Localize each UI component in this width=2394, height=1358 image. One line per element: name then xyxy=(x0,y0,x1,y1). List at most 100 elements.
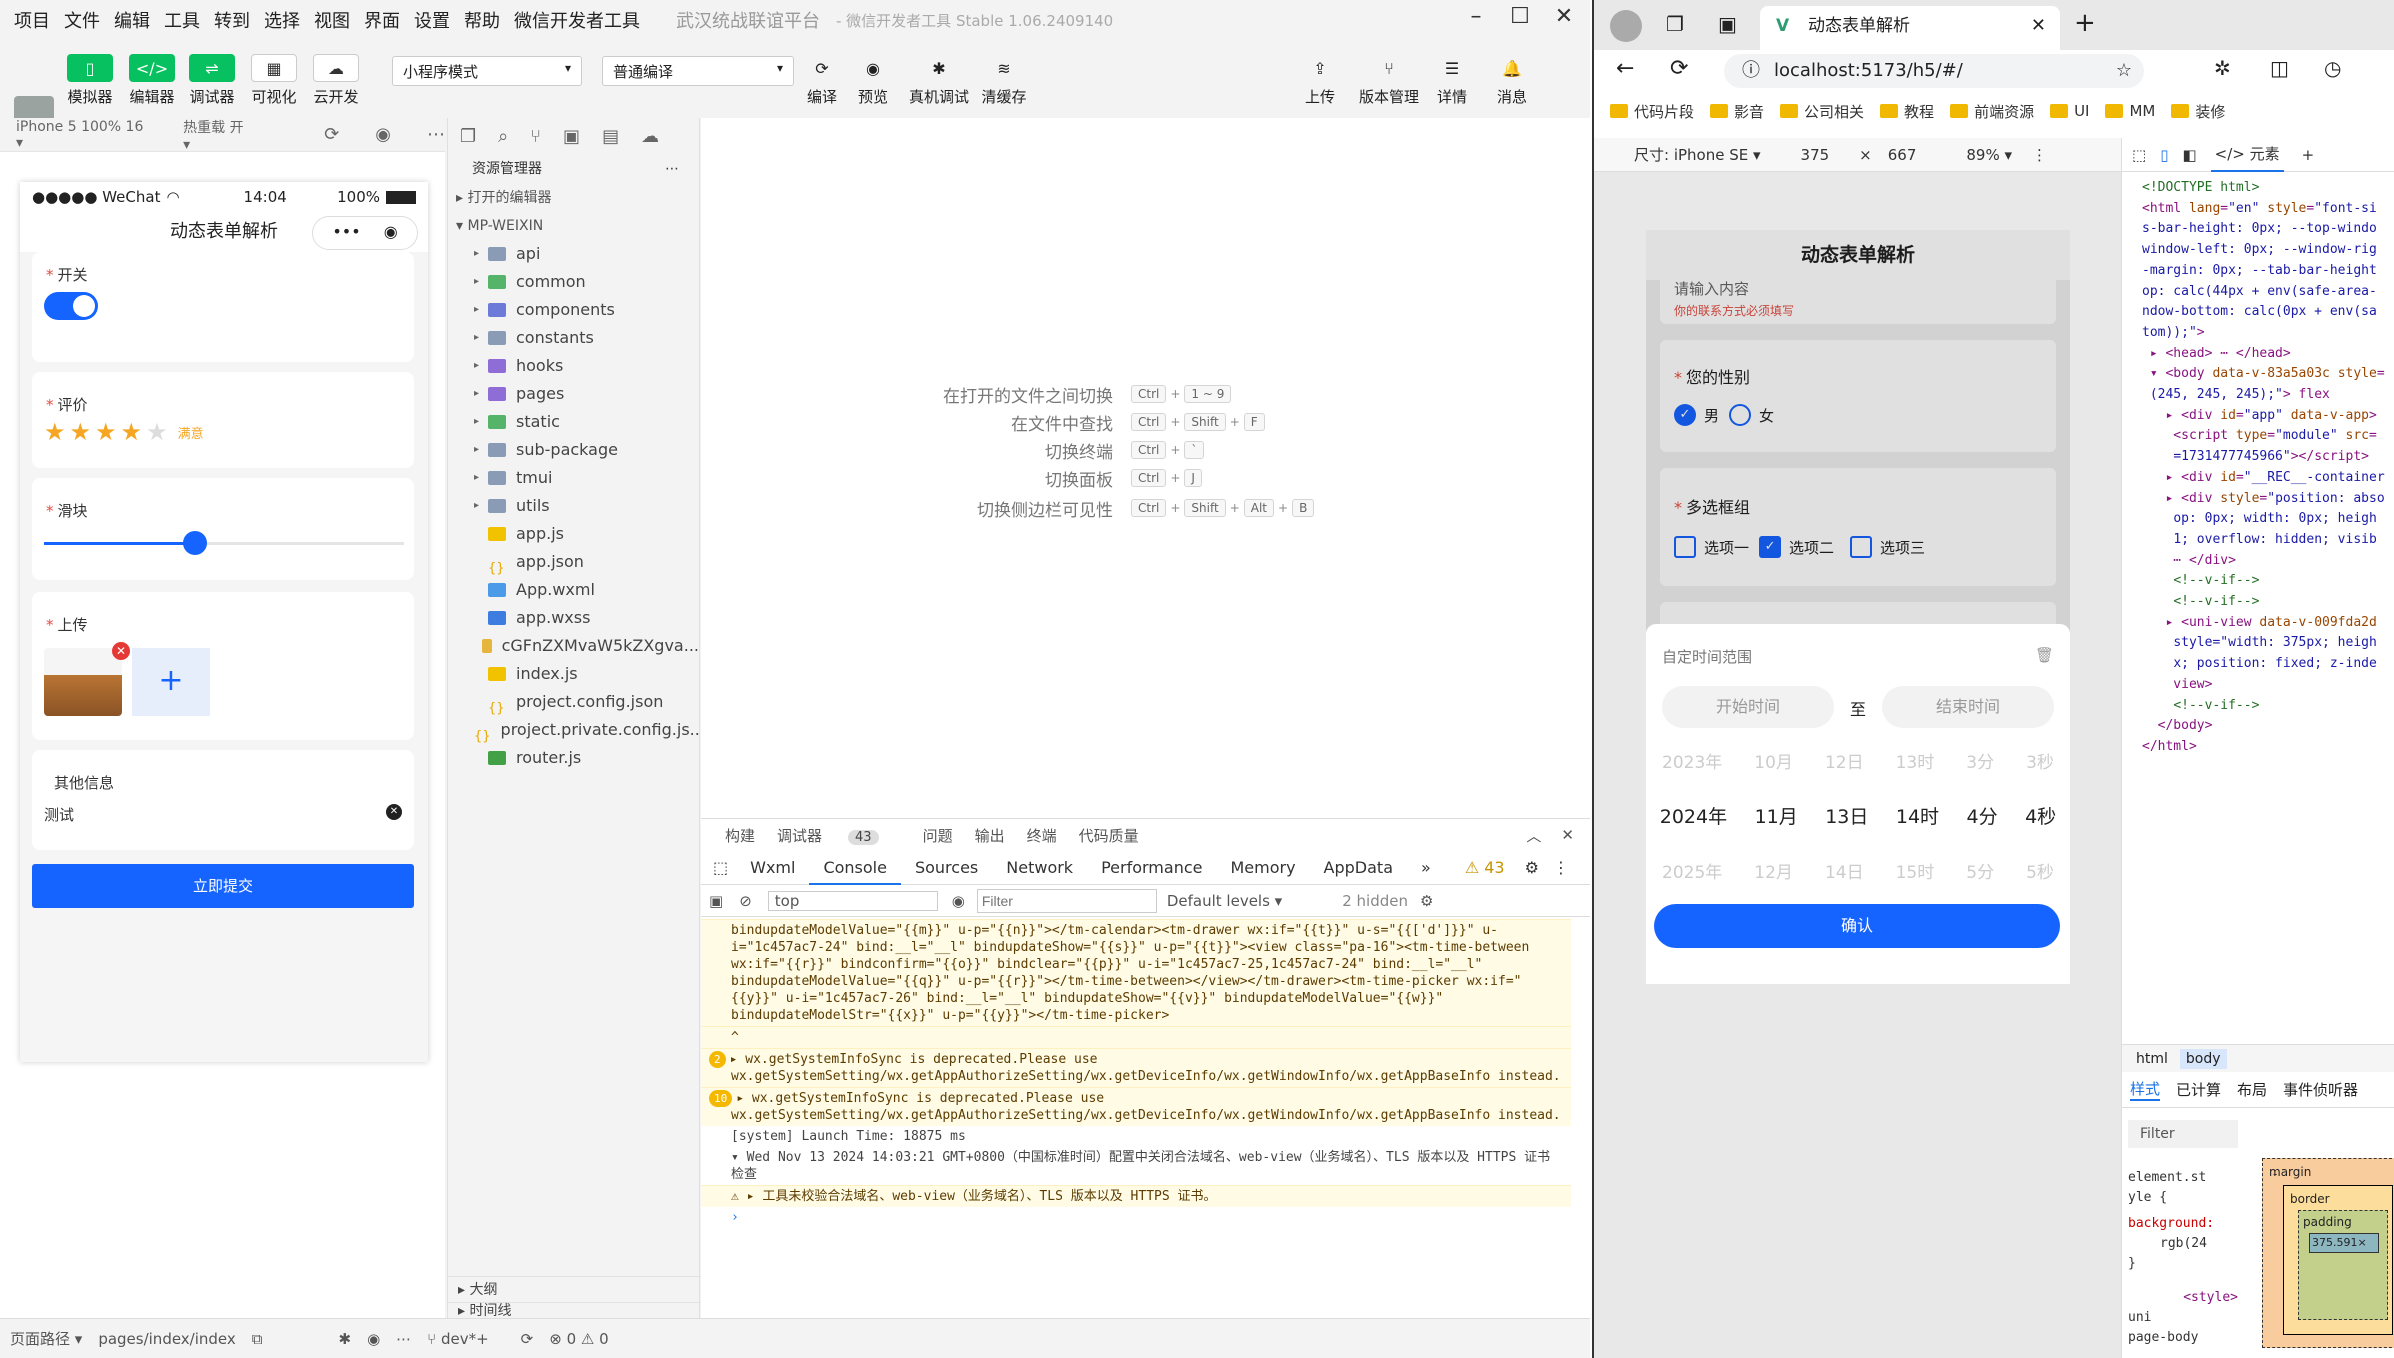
eye-icon[interactable]: ◉ xyxy=(367,1330,380,1348)
wheel-cell[interactable]: 11月 xyxy=(1755,802,1798,829)
git-branch[interactable]: ⑂ dev*+ xyxy=(427,1330,504,1348)
eye-icon[interactable]: ◉ xyxy=(952,892,965,910)
visual-button[interactable]: ▦ 可视化 xyxy=(246,54,302,107)
real-debug-button[interactable]: ✱ 真机调试 xyxy=(904,54,974,107)
wheel-cell[interactable]: 10月 xyxy=(1754,748,1793,773)
address-bar[interactable]: ⓘ localhost:5173/h5/#/ ☆ xyxy=(1724,54,2144,88)
console-line[interactable]: 2 ▸ wx.getSystemInfoSync is deprecated.Pl… xyxy=(701,1048,1571,1087)
console-filter-input[interactable] xyxy=(976,888,1157,913)
wheel-cell[interactable]: 14时 xyxy=(1896,802,1939,829)
tree-item-json[interactable]: {} project.config.json xyxy=(448,688,699,716)
tab-network[interactable]: Network xyxy=(992,851,1087,885)
star-icon[interactable]: ★ xyxy=(70,418,92,446)
close-tab-icon[interactable]: ✕ xyxy=(2031,6,2046,46)
minimize-icon[interactable]: – xyxy=(1456,4,1496,29)
tree-item-js[interactable]: app.js xyxy=(448,520,699,548)
tree-item-folder[interactable]: ▸ tmui xyxy=(448,464,699,492)
clear-cache-button[interactable]: ≋ 清缓存 xyxy=(976,54,1032,107)
wheel-cell[interactable]: 13日 xyxy=(1825,802,1868,829)
star-icon[interactable]: ★ xyxy=(44,418,66,446)
source-control-icon[interactable]: ⑂ xyxy=(530,126,541,147)
wheel-cell[interactable]: 2025年 xyxy=(1662,858,1722,883)
bookmark-folder[interactable]: 公司相关 xyxy=(1780,101,1864,122)
bookmark-folder[interactable]: UI xyxy=(2050,102,2089,120)
wheel-cell[interactable]: 3分 xyxy=(1966,748,1994,773)
more-icon[interactable]: ⋯ xyxy=(396,1330,411,1348)
end-time-button[interactable]: 结束时间 xyxy=(1882,686,2054,728)
star-icon[interactable]: ★ xyxy=(95,418,117,446)
menu-tools[interactable]: 工具 xyxy=(164,7,200,33)
tree-item-folder[interactable]: ▸ api xyxy=(448,240,699,268)
detail-button[interactable]: ☰ 详情 xyxy=(1424,54,1480,107)
wheel-cell[interactable]: 5分 xyxy=(1966,858,1994,883)
viewport-height[interactable]: 667 xyxy=(1888,146,1917,164)
tab-terminal[interactable]: 终端 xyxy=(1027,825,1057,846)
levels-select[interactable]: Default levels ▾ xyxy=(1167,892,1282,910)
wheel-cell[interactable]: 3秒 xyxy=(2026,748,2054,773)
styles-filter-input[interactable]: Filter xyxy=(2128,1120,2238,1148)
tree-item-js[interactable]: index.js xyxy=(448,660,699,688)
wheel-cell[interactable]: 2024年 xyxy=(1660,802,1727,829)
menu-file[interactable]: 文件 xyxy=(64,7,100,33)
menu-select[interactable]: 选择 xyxy=(264,7,300,33)
viewport-width[interactable]: 375 xyxy=(1801,146,1830,164)
tab-computed[interactable]: 已计算 xyxy=(2176,1079,2221,1100)
outline-section[interactable]: ▸ 大纲 xyxy=(448,1276,701,1302)
add-upload-button[interactable]: + xyxy=(132,648,210,716)
tab-styles[interactable]: 样式 xyxy=(2130,1078,2161,1101)
refresh-icon[interactable]: ⟳ xyxy=(324,124,339,145)
console-line[interactable]: ▾ Wed Nov 13 2024 14:03:21 GMT+0800（中国标准… xyxy=(701,1147,1571,1185)
more-tabs-icon[interactable]: » xyxy=(1407,851,1445,885)
cloud-button[interactable]: ☁ 云开发 xyxy=(308,54,364,107)
profile-avatar[interactable] xyxy=(1610,10,1642,42)
stop-icon[interactable]: ◉ xyxy=(375,124,391,145)
tab-layout[interactable]: 布局 xyxy=(2237,1079,2267,1100)
bookmark-folder[interactable]: 教程 xyxy=(1880,101,1934,122)
uploaded-image[interactable] xyxy=(44,648,122,716)
preview-button[interactable]: ◉ 预览 xyxy=(845,54,901,107)
tree-item-folder[interactable]: ▸ constants xyxy=(448,324,699,352)
tree-item-folder[interactable]: ▸ utils xyxy=(448,492,699,520)
compile-mode-select[interactable]: 普通编译 xyxy=(602,56,794,86)
modal-overlay[interactable] xyxy=(1646,230,2070,640)
timeline-section[interactable]: ▸ 时间线 xyxy=(448,1302,701,1319)
tab-debugger[interactable]: 调试器 43 xyxy=(777,825,901,846)
tab-output[interactable]: 输出 xyxy=(975,825,1005,846)
wheel-cell[interactable]: 13时 xyxy=(1896,748,1935,773)
tree-item-folder[interactable]: ▸ components xyxy=(448,296,699,324)
clear-console-icon[interactable]: ⊘ xyxy=(739,892,752,910)
context-select[interactable]: top xyxy=(767,890,938,911)
wheel-cell[interactable]: 12日 xyxy=(1825,748,1864,773)
menu-interface[interactable]: 界面 xyxy=(364,7,400,33)
tree-item-wxml[interactable]: App.wxml xyxy=(448,576,699,604)
sidebar-toggle-icon[interactable]: ▣ xyxy=(709,892,723,910)
console-settings-icon[interactable]: ⚙ xyxy=(1420,892,1433,910)
tree-item-json[interactable]: {} app.json xyxy=(448,548,699,576)
wheel-row-next[interactable]: 2025年 12月 14日 15时 5分 5秒 xyxy=(1646,858,2070,883)
editor-button[interactable]: </> 编辑器 xyxy=(124,54,180,107)
files-icon[interactable]: ❐ xyxy=(460,126,476,147)
wheel-cell[interactable]: 12月 xyxy=(1754,858,1793,883)
device-more-icon[interactable]: ⋮ xyxy=(2032,146,2047,164)
clear-input-icon[interactable]: ✕ xyxy=(386,804,402,820)
extensions-icon[interactable]: ✲ xyxy=(2214,56,2231,80)
tree-item-folder[interactable]: ▸ common xyxy=(448,268,699,296)
tab-performance[interactable]: Performance xyxy=(1087,851,1216,885)
console-prompt[interactable]: › xyxy=(701,1207,1571,1228)
copy-icon[interactable]: ⧉ xyxy=(252,1330,263,1348)
page-path-select[interactable]: 页面路径 ▾ xyxy=(10,1328,82,1349)
back-icon[interactable]: ← xyxy=(1616,56,1634,81)
menu-wechat-devtools[interactable]: 微信开发者工具 xyxy=(514,7,640,33)
warning-count[interactable]: ⚠ 43 xyxy=(1465,858,1505,877)
close-circle-icon[interactable]: ◉ xyxy=(384,222,398,241)
slider-track[interactable] xyxy=(44,531,404,555)
tree-item-img[interactable]: cGFnZXMvaW5kZXgva... xyxy=(448,632,699,660)
star-icon[interactable]: ★ xyxy=(146,418,168,446)
tree-item-router[interactable]: router.js xyxy=(448,744,699,772)
cloud-icon[interactable]: ☁ xyxy=(641,126,659,147)
wheel-cell[interactable]: 5秒 xyxy=(2026,858,2054,883)
start-time-button[interactable]: 开始时间 xyxy=(1662,686,1834,728)
toggle-switch[interactable] xyxy=(44,292,98,320)
explorer-more-icon[interactable]: ⋯ xyxy=(665,154,679,184)
bookmark-folder[interactable]: 代码片段 xyxy=(1610,101,1694,122)
